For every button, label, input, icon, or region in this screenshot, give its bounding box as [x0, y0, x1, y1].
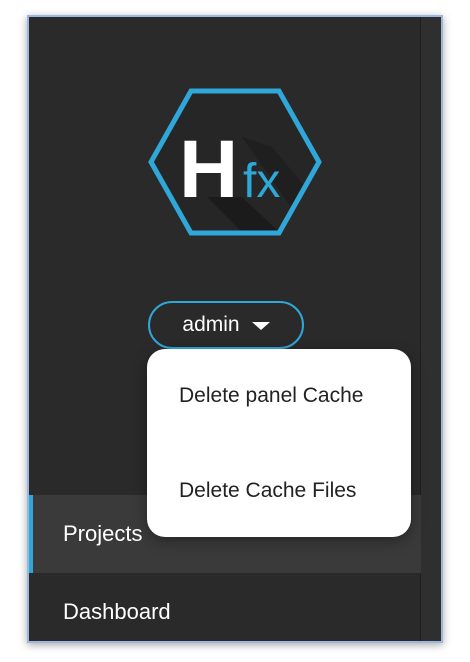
logo-letter: H: [179, 124, 238, 215]
hfx-hexagon-logo-icon: H fx: [147, 87, 323, 237]
sidebar-item-label: Dashboard: [63, 599, 171, 624]
sidebar-panel: H fx admin Projects Dashboard: [27, 15, 443, 643]
menu-item-delete-panel-cache[interactable]: Delete panel Cache: [147, 366, 411, 426]
username-label: admin: [182, 313, 240, 336]
sidebar-item-dashboard[interactable]: Dashboard: [29, 573, 421, 641]
caret-down-icon: [251, 322, 270, 330]
menu-item-label: Delete panel Cache: [179, 384, 364, 407]
menu-item-delete-cache-files[interactable]: Delete Cache Files: [147, 461, 411, 521]
sidebar-item-label: Projects: [63, 521, 143, 546]
user-menu-button[interactable]: admin: [148, 301, 304, 349]
menu-item-label: Delete Cache Files: [179, 479, 357, 502]
logo-suffix: fx: [243, 155, 280, 208]
sidebar-scrollbar[interactable]: [420, 17, 441, 641]
user-dropdown-menu: Delete panel Cache Delete Cache Files: [147, 349, 411, 537]
